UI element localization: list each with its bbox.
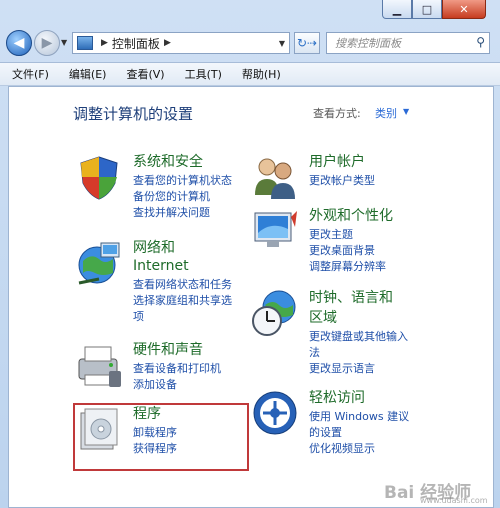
window-controls: ▁ □ ✕ [382,0,486,19]
category-title[interactable]: 网络和 [133,239,175,257]
category-ease-of-access: 轻松访问 使用 Windows 建议 的设置 优化视频显示 [251,389,451,469]
link-change-display-language[interactable]: 更改显示语言 [309,361,408,377]
menu-view[interactable]: 查看(V) [114,66,172,82]
breadcrumb-control-panel[interactable]: 控制面板 [112,35,160,52]
maximize-button[interactable]: □ [412,0,442,19]
minimize-button[interactable]: ▁ [382,0,412,19]
users-icon [255,158,295,199]
link-change-desktop-background[interactable]: 更改桌面背景 [309,243,386,259]
link-view-computer-status[interactable]: 查看您的计算机状态 [133,173,232,189]
clock-globe-icon [252,290,296,336]
category-links: 查看您的计算机状态 备份您的计算机 查找并解决问题 [133,173,232,221]
link-change-keyboard-input[interactable]: 更改键盘或其他输入 [309,329,408,345]
refresh-button[interactable]: ↻⇢ [294,32,320,54]
category-clock-language-region: 时钟、语言和 区域 更改键盘或其他输入 法 更改显示语言 [251,289,451,379]
view-by-label: 查看方式: [313,107,361,120]
category-links: 查看网络状态和任务 选择家庭组和共享选 项 [133,277,232,325]
link-troubleshoot[interactable]: 查找并解决问题 [133,205,232,221]
category-links: 更改键盘或其他输入 法 更改显示语言 [309,329,408,377]
category-title-line2[interactable]: Internet [133,257,189,275]
menu-edit[interactable]: 编辑(E) [57,66,115,82]
link-backup-computer[interactable]: 备份您的计算机 [133,189,232,205]
link-homegroup-sharing[interactable]: 选择家庭组和共享选 [133,293,232,309]
menu-bar: 文件(F) 编辑(E) 查看(V) 工具(T) 帮助(H) [0,62,500,86]
control-panel-icon [77,36,93,50]
shield-flag-icon [80,156,118,200]
category-title[interactable]: 时钟、语言和 [309,289,393,307]
category-system-security: 系统和安全 查看您的计算机状态 备份您的计算机 查找并解决问题 [75,153,255,223]
address-dropdown-icon[interactable]: ▼ [279,39,285,48]
category-links: 查看设备和打印机 添加设备 [133,361,221,393]
search-box[interactable]: ⚲ [326,32,490,54]
breadcrumb-arrow-icon[interactable]: ▶ [101,38,108,48]
watermark-url: www.udashi.com [420,496,488,505]
close-button[interactable]: ✕ [442,0,486,19]
search-icon[interactable]: ⚲ [476,35,485,49]
category-title[interactable]: 系统和安全 [133,153,203,171]
menu-help[interactable]: 帮助(H) [230,66,289,82]
category-appearance: 外观和个性化 更改主题 更改桌面背景 调整屏幕分辨率 [251,207,451,277]
link-change-account-type[interactable]: 更改帐户类型 [309,173,375,189]
breadcrumb-arrow-icon[interactable]: ▶ [164,38,171,48]
recent-pages-dropdown-icon[interactable]: ▼ [61,38,67,47]
link-use-windows-recommended-cont[interactable]: 的设置 [309,425,409,441]
category-user-accounts: 用户帐户 更改帐户类型 [251,153,451,203]
back-button[interactable]: ◀ [6,30,32,56]
address-bar[interactable]: ▶ 控制面板 ▶ ▼ [72,32,290,54]
navigation-bar: ◀ ▶ ▼ ▶ 控制面板 ▶ ▼ ↻⇢ ⚲ [0,28,500,60]
link-change-keyboard-input-cont[interactable]: 法 [309,345,408,361]
category-title[interactable]: 外观和个性化 [309,207,393,225]
category-hardware-sound: 硬件和声音 查看设备和打印机 添加设备 [75,341,255,401]
category-links: 更改帐户类型 [309,173,375,189]
monitor-icon [254,211,297,247]
link-homegroup-sharing-cont[interactable]: 项 [133,309,232,325]
search-input[interactable] [333,35,471,51]
page-title: 调整计算机的设置 [73,105,194,123]
title-bar: ▁ □ ✕ [0,0,500,24]
ease-of-access-icon [253,391,297,435]
printer-icon [78,346,121,387]
category-network-internet: 网络和 Internet 查看网络状态和任务 选择家庭组和共享选 项 [75,239,255,329]
link-adjust-resolution[interactable]: 调整屏幕分辨率 [309,259,386,275]
link-use-windows-recommended[interactable]: 使用 Windows 建议 [309,409,409,425]
category-links: 更改主题 更改桌面背景 调整屏幕分辨率 [309,227,386,275]
menu-file[interactable]: 文件(F) [0,66,57,82]
link-optimize-video-display[interactable]: 优化视频显示 [309,441,409,457]
link-devices-printers[interactable]: 查看设备和打印机 [133,361,221,377]
network-globe-icon [78,242,120,285]
link-add-device[interactable]: 添加设备 [133,377,221,393]
control-panel-window: ▁ □ ✕ ◀ ▶ ▼ ▶ 控制面板 ▶ ▼ ↻⇢ ⚲ 文件(F) 编辑(E) … [0,0,500,508]
link-change-theme[interactable]: 更改主题 [309,227,386,243]
view-by-caret-icon[interactable]: ▼ [403,107,409,116]
category-title[interactable]: 用户帐户 [309,153,365,171]
content-pane: 调整计算机的设置 查看方式: 类别 ▼ 系统和安全 查看您的计算机状态 备份您的… [8,86,494,508]
forward-button[interactable]: ▶ [34,30,60,56]
menu-tools[interactable]: 工具(T) [173,66,230,82]
category-title[interactable]: 轻松访问 [309,389,365,407]
highlight-box [73,403,249,471]
category-title[interactable]: 硬件和声音 [133,341,203,359]
link-network-status[interactable]: 查看网络状态和任务 [133,277,232,293]
category-links: 使用 Windows 建议 的设置 优化视频显示 [309,409,409,457]
view-by-dropdown[interactable]: 类别 [375,105,397,121]
category-title-line2[interactable]: 区域 [309,309,337,327]
